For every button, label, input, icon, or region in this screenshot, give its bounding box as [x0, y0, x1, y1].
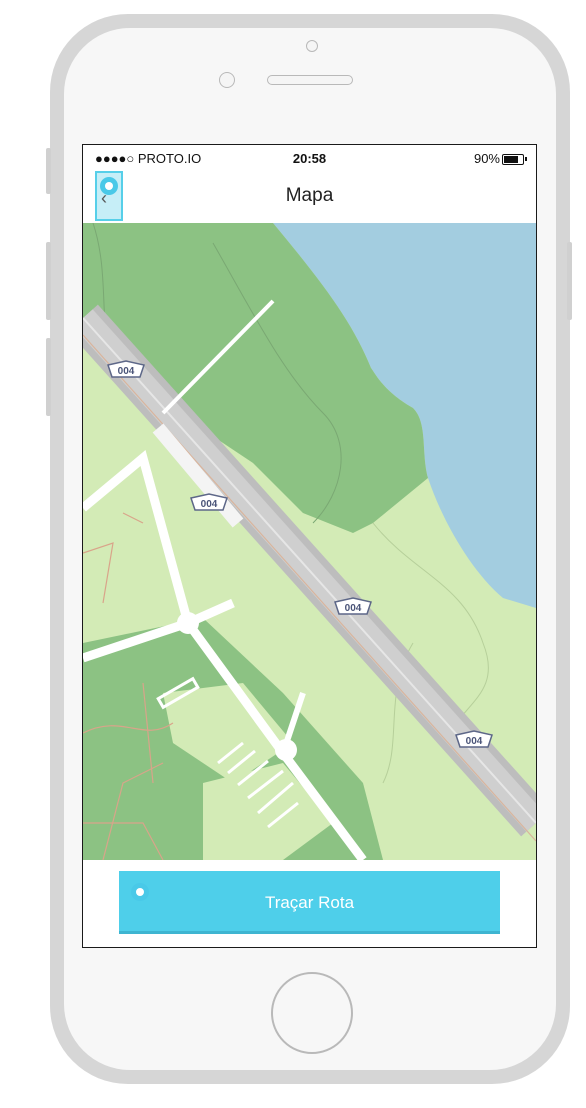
earpiece-speaker — [267, 75, 353, 85]
app-screen: ●●●●○ PROTO.IO 20:58 90% ‹ Mapa 004 004 … — [82, 144, 537, 948]
bottom-action-area: Traçar Rota — [83, 860, 536, 947]
front-camera — [306, 40, 318, 52]
road-shield: 004 — [334, 597, 372, 615]
status-bar: ●●●●○ PROTO.IO 20:58 90% — [83, 145, 536, 171]
page-title: Mapa — [285, 185, 334, 206]
volume-up-button — [46, 242, 51, 320]
nav-bar: ‹ Mapa — [83, 171, 536, 224]
clock: 20:58 — [292, 151, 327, 166]
road-shield-label: 004 — [118, 366, 135, 377]
road-shield-label: 004 — [466, 736, 483, 747]
home-button[interactable] — [271, 972, 353, 1054]
road-shield-label: 004 — [345, 603, 362, 614]
map-view[interactable]: 004 004 004 004 — [83, 222, 536, 863]
roundabout-south — [275, 739, 297, 761]
volume-down-button — [46, 338, 51, 416]
battery-icon — [502, 154, 524, 165]
proximity-sensor — [219, 72, 235, 88]
trace-route-label: Traçar Rota — [264, 893, 355, 912]
road-shield-label: 004 — [201, 499, 218, 510]
roundabout — [177, 612, 199, 634]
battery-percent: 90% — [473, 151, 500, 166]
road-shield: 004 — [455, 730, 493, 748]
map-canvas: 004 004 004 004 — [83, 222, 536, 863]
battery-tip — [525, 157, 527, 161]
power-button — [567, 242, 572, 320]
road-shield: 004 — [107, 360, 145, 378]
road-shield: 004 — [190, 493, 228, 511]
mute-switch — [46, 148, 51, 194]
trace-route-button[interactable]: Traçar Rota — [119, 871, 500, 934]
